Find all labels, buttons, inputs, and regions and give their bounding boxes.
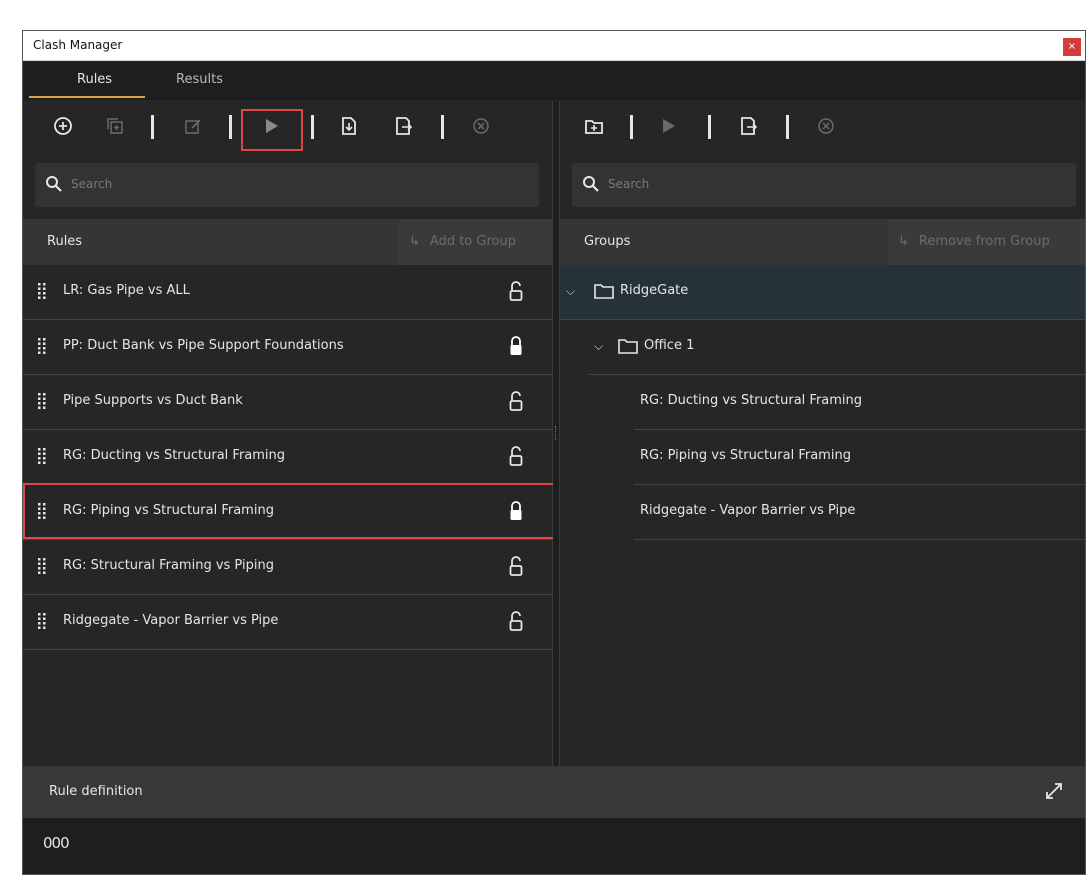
add-icon[interactable] <box>51 115 75 139</box>
tree-folder-ridgegate[interactable]: ⌵ RidgeGate <box>560 265 1085 320</box>
remove-from-group-label: Remove from Group <box>918 234 1050 249</box>
splitter-grip <box>555 426 557 440</box>
drag-handle-icon[interactable] <box>37 282 47 300</box>
rules-search-input[interactable]: Search <box>35 163 539 207</box>
tree-item-label: RG: Ducting vs Structural Framing <box>640 393 863 408</box>
add-folder-icon[interactable] <box>582 115 606 139</box>
drag-handle-icon[interactable] <box>37 447 47 465</box>
drag-handle-icon[interactable] <box>37 612 47 630</box>
delete-icon[interactable] <box>814 115 838 139</box>
toolbar-separator <box>630 115 633 139</box>
columns-icon[interactable]: 000 <box>43 834 70 852</box>
active-tab-indicator <box>29 96 145 98</box>
tree-item-label: RG: Piping vs Structural Framing <box>640 448 851 463</box>
lock-closed-icon[interactable] <box>509 335 523 357</box>
lock-open-icon[interactable] <box>509 445 523 467</box>
search-placeholder: Search <box>608 177 650 191</box>
tree-item[interactable]: Ridgegate - Vapor Barrier vs Pipe <box>634 485 1085 540</box>
chevron-down-icon[interactable]: ⌵ <box>594 339 603 354</box>
rules-header: Rules ↳ Add to Group <box>23 219 553 265</box>
rule-name: RG: Ducting vs Structural Framing <box>63 448 286 463</box>
edit-icon[interactable] <box>181 115 205 139</box>
lock-open-icon[interactable] <box>509 280 523 302</box>
run-button-highlight <box>241 109 303 151</box>
rule-definition-label: Rule definition <box>49 784 143 799</box>
add-to-group-label: Add to Group <box>429 234 516 249</box>
tab-results[interactable]: Results <box>176 72 223 87</box>
folder-icon <box>594 284 614 299</box>
rule-row[interactable]: RG: Structural Framing vs Piping <box>23 540 553 595</box>
groups-pane: Search Groups ↳ Remove from Group ⌵ Ridge… <box>559 101 1085 766</box>
run-icon[interactable] <box>656 115 680 139</box>
rule-row[interactable]: LR: Gas Pipe vs ALL <box>23 265 553 320</box>
tree-item[interactable]: RG: Ducting vs Structural Framing <box>634 375 1085 430</box>
arrow-right-icon: ↳ <box>898 234 909 249</box>
rule-row[interactable]: Ridgegate - Vapor Barrier vs Pipe <box>23 595 553 650</box>
toolbar-separator <box>786 115 789 139</box>
rule-name: PP: Duct Bank vs Pipe Support Foundation… <box>63 338 344 353</box>
remove-from-group-button[interactable]: ↳ Remove from Group <box>888 219 1085 265</box>
toolbar-separator <box>311 115 314 139</box>
search-icon <box>583 176 599 192</box>
rule-row[interactable]: RG: Ducting vs Structural Framing <box>23 430 553 485</box>
rule-name: RG: Structural Framing vs Piping <box>63 558 274 573</box>
rule-row[interactable]: PP: Duct Bank vs Pipe Support Foundation… <box>23 320 553 375</box>
delete-icon[interactable] <box>469 115 493 139</box>
tab-rules[interactable]: Rules <box>77 72 112 87</box>
groups-header-label: Groups <box>584 234 631 249</box>
rule-name: Pipe Supports vs Duct Bank <box>63 393 243 408</box>
drag-handle-icon[interactable] <box>37 557 47 575</box>
groups-search-input[interactable]: Search <box>572 163 1076 207</box>
toolbar-separator <box>229 115 232 139</box>
rule-name: Ridgegate - Vapor Barrier vs Pipe <box>63 613 279 628</box>
add-to-group-button[interactable]: ↳ Add to Group <box>399 219 553 265</box>
drag-handle-icon[interactable] <box>37 392 47 410</box>
export-icon[interactable] <box>391 115 415 139</box>
folder-icon <box>618 339 638 354</box>
lock-open-icon[interactable] <box>509 610 523 632</box>
tree-item[interactable]: RG: Piping vs Structural Framing <box>634 430 1085 485</box>
close-button[interactable]: × <box>1063 38 1081 56</box>
rules-toolbar <box>23 101 552 153</box>
rule-definition-bar: Rule definition <box>23 766 1085 818</box>
title-bar: Clash Manager × <box>23 31 1085 61</box>
search-placeholder: Search <box>71 177 113 191</box>
export-icon[interactable] <box>736 115 760 139</box>
search-icon <box>46 176 62 192</box>
arrow-right-icon: ↳ <box>409 234 420 249</box>
folder-label: RidgeGate <box>620 283 689 298</box>
lock-open-icon[interactable] <box>509 555 523 577</box>
toolbar-separator <box>441 115 444 139</box>
groups-header: Groups ↳ Remove from Group <box>560 219 1085 265</box>
rules-pane: Search Rules ↳ Add to Group LR: Gas Pipe … <box>23 101 555 766</box>
folder-label: Office 1 <box>644 338 695 353</box>
expand-icon[interactable] <box>1043 780 1065 802</box>
rules-header-label: Rules <box>47 234 83 249</box>
import-icon[interactable] <box>337 115 361 139</box>
rule-definition-panel: Rule definition 000 <box>23 766 1085 874</box>
tree-item-label: Ridgegate - Vapor Barrier vs Pipe <box>640 503 856 518</box>
rule-name: LR: Gas Pipe vs ALL <box>63 283 190 298</box>
drag-handle-icon[interactable] <box>37 337 47 355</box>
window-title: Clash Manager <box>33 38 123 52</box>
toolbar-separator <box>151 115 154 139</box>
tab-bar: Rules Results <box>23 62 1085 100</box>
rule-row[interactable]: Pipe Supports vs Duct Bank <box>23 375 553 430</box>
selected-rule-highlight <box>23 483 555 539</box>
lock-open-icon[interactable] <box>509 390 523 412</box>
toolbar-separator <box>708 115 711 139</box>
screenshot-frame: Clash Manager × Rules Results Search Rul… <box>0 0 1091 882</box>
clash-manager-window: Clash Manager × Rules Results Search Rul… <box>22 30 1086 875</box>
chevron-down-icon[interactable]: ⌵ <box>566 284 575 299</box>
copy-icon[interactable] <box>103 115 127 139</box>
groups-toolbar <box>560 101 1085 153</box>
tree-folder-office-1[interactable]: ⌵ Office 1 <box>588 320 1085 375</box>
